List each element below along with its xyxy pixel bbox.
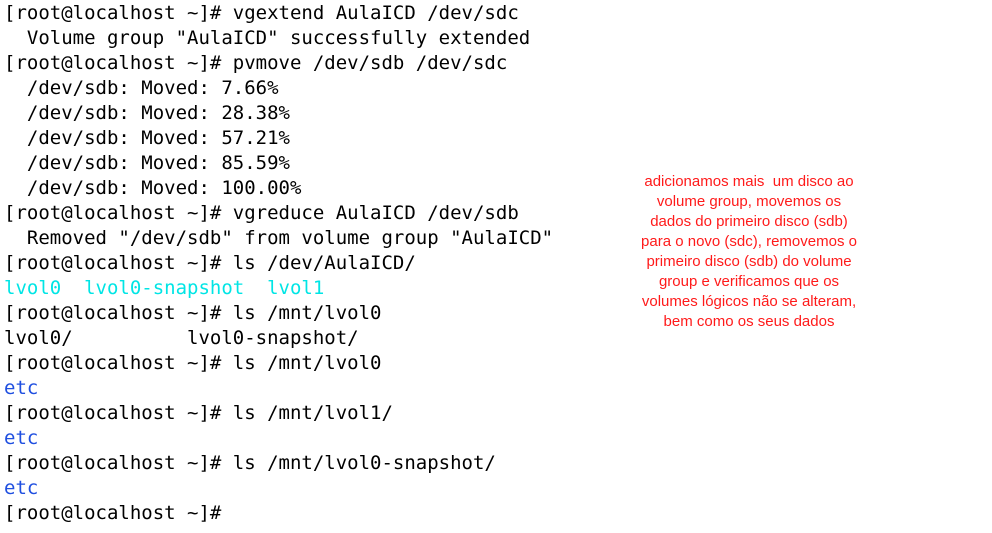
terminal-command-line: [root@localhost ~]# ls /mnt/lvol0-snapsh…: [4, 452, 496, 474]
terminal-output-line: /dev/sdb: Moved: 57.21%: [4, 127, 290, 149]
terminal-command-line: [root@localhost ~]# ls /mnt/lvol0: [4, 302, 382, 324]
annotation-line: primeiro disco (sdb) do volume: [646, 253, 852, 270]
terminal-output-line: /dev/sdb: Moved: 85.59%: [4, 152, 290, 174]
terminal-output-line: /dev/sdb: Moved: 7.66%: [4, 77, 279, 99]
terminal-output-line: /dev/sdb: Moved: 100.00%: [4, 177, 302, 199]
terminal-output-line: lvol0 lvol0-snapshot lvol1: [4, 277, 325, 299]
annotation-line: adicionamos mais um disco ao: [644, 173, 854, 190]
terminal-command-line: [root@localhost ~]# pvmove /dev/sdb /dev…: [4, 52, 508, 74]
annotation-line: dados do primeiro disco (sdb): [650, 213, 848, 230]
terminal-command-line: [root@localhost ~]#: [4, 502, 222, 524]
annotation-line: volumes lógicos não se alteram,: [641, 293, 857, 310]
terminal-command-line: [root@localhost ~]# vgreduce AulaICD /de…: [4, 202, 519, 224]
annotation-note: adicionamos mais um disco ao volume group…: [612, 172, 886, 332]
terminal-output-line: lvol0/ lvol0-snapshot/: [4, 327, 359, 349]
terminal-output[interactable]: [root@localhost ~]# vgextend AulaICD /de…: [4, 1, 604, 526]
screenshot-root: [root@localhost ~]# vgextend AulaICD /de…: [0, 0, 992, 533]
terminal-output-line: etc: [4, 427, 39, 449]
terminal-output-line: Volume group "AulaICD" successfully exte…: [4, 27, 531, 49]
terminal-output-line: /dev/sdb: Moved: 28.38%: [4, 102, 290, 124]
terminal-output-line: etc: [4, 477, 39, 499]
terminal-command-line: [root@localhost ~]# ls /mnt/lvol0: [4, 352, 382, 374]
annotation-line: para o novo (sdc), removemos o: [641, 233, 857, 250]
annotation-line: volume group, movemos os: [656, 193, 842, 210]
terminal-command-line: [root@localhost ~]# vgextend AulaICD /de…: [4, 2, 519, 24]
annotation-line: bem como os seus dados: [663, 313, 835, 330]
terminal-command-line: [root@localhost ~]# ls /mnt/lvol1/: [4, 402, 393, 424]
terminal-output-line: etc: [4, 377, 39, 399]
annotation-line: group e verificamos que os: [658, 273, 840, 290]
terminal-command-line: [root@localhost ~]# ls /dev/AulaICD/: [4, 252, 416, 274]
terminal-output-line: Removed "/dev/sdb" from volume group "Au…: [4, 227, 554, 249]
